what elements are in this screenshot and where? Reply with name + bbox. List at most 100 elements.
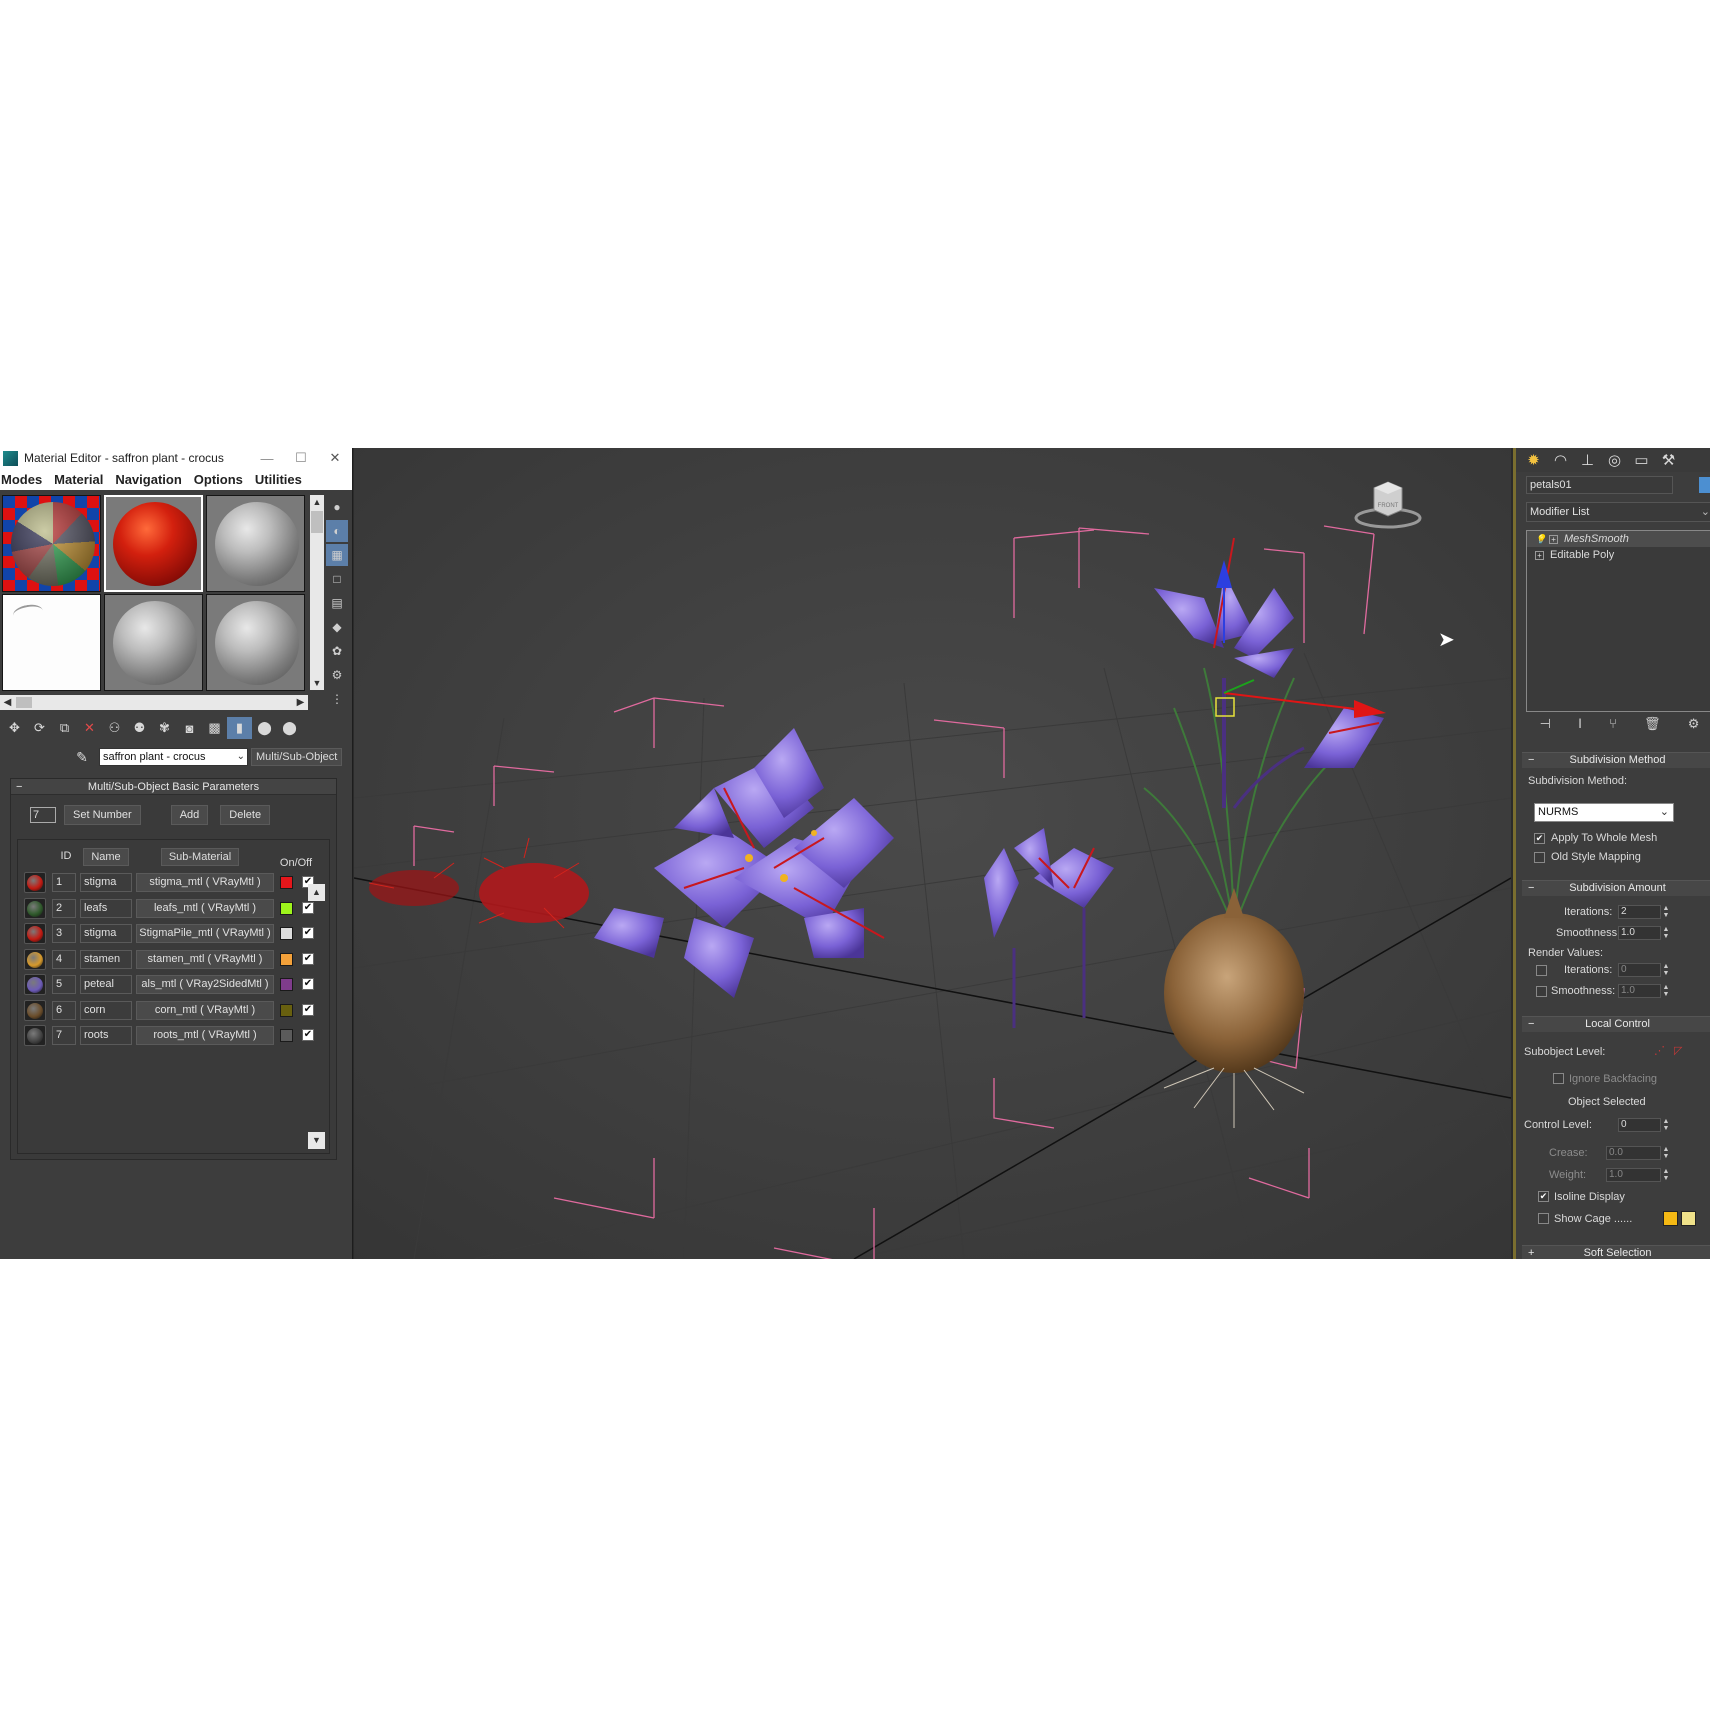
delete-button[interactable]: Delete bbox=[220, 805, 271, 825]
table-row[interactable]: 3 stigma StigmaPile_mtl ( VRayMtl ) ✔ bbox=[18, 921, 331, 945]
subdivision-amount-rollout-header[interactable]: − Subdivision Amount bbox=[1522, 880, 1710, 896]
material-color-swatch[interactable] bbox=[280, 1003, 293, 1017]
render-smoothness-input[interactable]: 1.0 bbox=[1618, 984, 1661, 998]
menu-modes[interactable]: Modes bbox=[0, 472, 49, 487]
scroll-down-icon[interactable]: ▼ bbox=[310, 678, 324, 688]
on-off-checkbox[interactable]: ✔ bbox=[302, 978, 314, 990]
material-slot-6[interactable] bbox=[206, 594, 305, 691]
table-row[interactable]: 7 roots roots_mtl ( VRayMtl ) ✔ bbox=[18, 1023, 331, 1047]
table-row[interactable]: 4 stamen stamen_mtl ( VRayMtl ) ✔ bbox=[18, 947, 331, 971]
close-button[interactable]: ✕ bbox=[318, 450, 352, 466]
make-unique-icon[interactable]: ⑂ bbox=[1609, 716, 1617, 736]
material-slot-3[interactable] bbox=[206, 495, 305, 592]
table-row[interactable]: 2 leafs leafs_mtl ( VRayMtl ) ✔ bbox=[18, 896, 331, 920]
chevron-down-icon[interactable]: ⌄ bbox=[237, 749, 245, 765]
material-name-cell[interactable]: corn bbox=[80, 1000, 132, 1020]
scroll-thumb[interactable] bbox=[311, 511, 323, 533]
make-preview-icon[interactable]: ◆ bbox=[326, 616, 348, 638]
material-color-swatch[interactable] bbox=[280, 978, 293, 991]
object-name-field[interactable]: petals01 bbox=[1526, 476, 1673, 494]
perspective-viewport[interactable]: FRONT ➤ bbox=[354, 448, 1511, 1259]
object-color-swatch[interactable] bbox=[1699, 477, 1710, 493]
go-to-parent-icon[interactable]: ⬤ bbox=[252, 717, 277, 739]
material-color-swatch[interactable] bbox=[280, 952, 293, 966]
utilities-tab-icon[interactable]: ⚒ bbox=[1655, 449, 1682, 471]
weight-input[interactable]: 1.0 bbox=[1606, 1168, 1661, 1182]
local-control-rollout-header[interactable]: − Local Control bbox=[1522, 1016, 1710, 1032]
uv-tiling-icon[interactable]: □ bbox=[326, 568, 348, 590]
chevron-down-icon[interactable]: ⌄ bbox=[1701, 503, 1710, 521]
material-preview-swatch[interactable] bbox=[24, 923, 46, 944]
table-row[interactable]: 6 corn corn_mtl ( VRayMtl ) ✔ bbox=[18, 998, 331, 1022]
material-slot-1[interactable] bbox=[2, 495, 101, 592]
stack-item-editable-poly[interactable]: + Editable Poly bbox=[1527, 547, 1710, 563]
display-tab-icon[interactable]: ▭ bbox=[1628, 449, 1655, 471]
smoothness-spinner[interactable]: ▲ ▼ bbox=[1662, 926, 1670, 940]
sub-material-button[interactable]: roots_mtl ( VRayMtl ) bbox=[136, 1026, 274, 1045]
material-name-cell[interactable]: peteal bbox=[80, 975, 132, 994]
smoothness-input[interactable]: 1.0 bbox=[1618, 926, 1661, 940]
sub-material-count-input[interactable]: 7 bbox=[30, 807, 56, 823]
table-row[interactable]: 5 peteal als_mtl ( VRay2SidedMtl ) ✔ bbox=[18, 972, 331, 996]
crease-input[interactable]: 0.0 bbox=[1606, 1146, 1661, 1160]
copy-material-icon[interactable]: ⚇ bbox=[102, 717, 127, 739]
material-preview-swatch[interactable] bbox=[24, 897, 46, 919]
material-preview-swatch[interactable] bbox=[24, 974, 46, 995]
hscroll-thumb[interactable] bbox=[16, 697, 32, 708]
collapse-icon[interactable]: − bbox=[1528, 881, 1534, 896]
add-button[interactable]: Add bbox=[170, 805, 209, 825]
material-id-cell[interactable]: 6 bbox=[52, 1000, 76, 1020]
minimize-button[interactable]: — bbox=[250, 451, 284, 466]
expand-icon[interactable]: + bbox=[1528, 1246, 1534, 1259]
collapse-icon[interactable]: − bbox=[1528, 1017, 1534, 1032]
configure-modifier-sets-icon[interactable]: ⚙ bbox=[1688, 716, 1700, 736]
material-name-cell[interactable]: roots bbox=[80, 1026, 132, 1045]
material-preview-swatch[interactable] bbox=[24, 948, 46, 970]
eyedropper-icon[interactable]: ✎ bbox=[70, 749, 94, 766]
remove-modifier-icon[interactable]: 🗑 bbox=[1644, 716, 1661, 736]
material-name-cell[interactable]: stigma bbox=[80, 873, 132, 892]
material-type-button[interactable]: Multi/Sub-Object bbox=[251, 748, 343, 766]
list-scroll-up-icon[interactable]: ▲ bbox=[308, 884, 325, 901]
create-tab-icon[interactable]: ✹ bbox=[1520, 449, 1547, 471]
material-preview-swatch[interactable] bbox=[24, 872, 46, 893]
sub-material-button[interactable]: als_mtl ( VRay2SidedMtl ) bbox=[136, 975, 274, 994]
background-icon[interactable]: ▦ bbox=[326, 544, 348, 566]
menu-navigation[interactable]: Navigation bbox=[114, 472, 188, 487]
preview-vertical-scrollbar[interactable]: ▲ ▼ bbox=[310, 495, 324, 690]
ignore-backfacing-checkbox[interactable] bbox=[1553, 1073, 1564, 1084]
scroll-left-icon[interactable]: ◀ bbox=[0, 695, 15, 710]
modify-tab-icon[interactable]: ◠ bbox=[1547, 449, 1574, 471]
hierarchy-tab-icon[interactable]: ⊥ bbox=[1574, 449, 1601, 471]
backlight-icon[interactable]: ◐ bbox=[326, 520, 348, 542]
go-forward-sibling-icon[interactable]: ⬤ bbox=[277, 717, 302, 739]
apply-whole-mesh-checkbox[interactable]: ✔ bbox=[1534, 833, 1545, 844]
material-id-cell[interactable]: 2 bbox=[52, 898, 76, 918]
column-id[interactable]: ID bbox=[52, 848, 80, 866]
crease-spinner[interactable]: ▲ ▼ bbox=[1662, 1146, 1670, 1160]
material-name-cell[interactable]: leafs bbox=[80, 898, 132, 918]
control-level-spinner[interactable]: ▲ ▼ bbox=[1662, 1118, 1670, 1132]
material-name-cell[interactable]: stamen bbox=[80, 949, 132, 969]
cage-color-swatch-2[interactable] bbox=[1681, 1211, 1696, 1226]
sub-material-button[interactable]: corn_mtl ( VRayMtl ) bbox=[136, 1000, 274, 1020]
render-iterations-input[interactable]: 0 bbox=[1618, 963, 1661, 977]
viewcube[interactable]: FRONT bbox=[1354, 478, 1422, 530]
on-off-checkbox[interactable]: ✔ bbox=[302, 952, 314, 965]
put-to-library-icon[interactable]: ✾ bbox=[152, 717, 177, 739]
expand-icon[interactable]: + bbox=[1535, 550, 1544, 560]
material-id-cell[interactable]: 1 bbox=[52, 873, 76, 892]
scroll-up-icon[interactable]: ▲ bbox=[310, 497, 324, 507]
options-icon[interactable]: ✿ bbox=[326, 640, 348, 662]
sample-type-icon[interactable]: ● bbox=[326, 496, 348, 518]
scroll-right-icon[interactable]: ▶ bbox=[293, 695, 308, 710]
subdivision-method-select[interactable]: NURMS ⌄ bbox=[1534, 803, 1674, 822]
vertex-level-icon[interactable]: ⋰ bbox=[1654, 1044, 1665, 1057]
menu-utilities[interactable]: Utilities bbox=[254, 472, 309, 487]
iterations-input[interactable]: 2 bbox=[1618, 905, 1661, 919]
edge-level-icon[interactable]: ◸ bbox=[1674, 1044, 1682, 1057]
material-name-cell[interactable]: stigma bbox=[80, 924, 132, 943]
material-color-swatch[interactable] bbox=[280, 901, 293, 915]
material-navigator-icon[interactable]: ⋮ bbox=[326, 688, 348, 710]
assign-to-selection-icon[interactable]: ⧉ bbox=[52, 717, 77, 739]
